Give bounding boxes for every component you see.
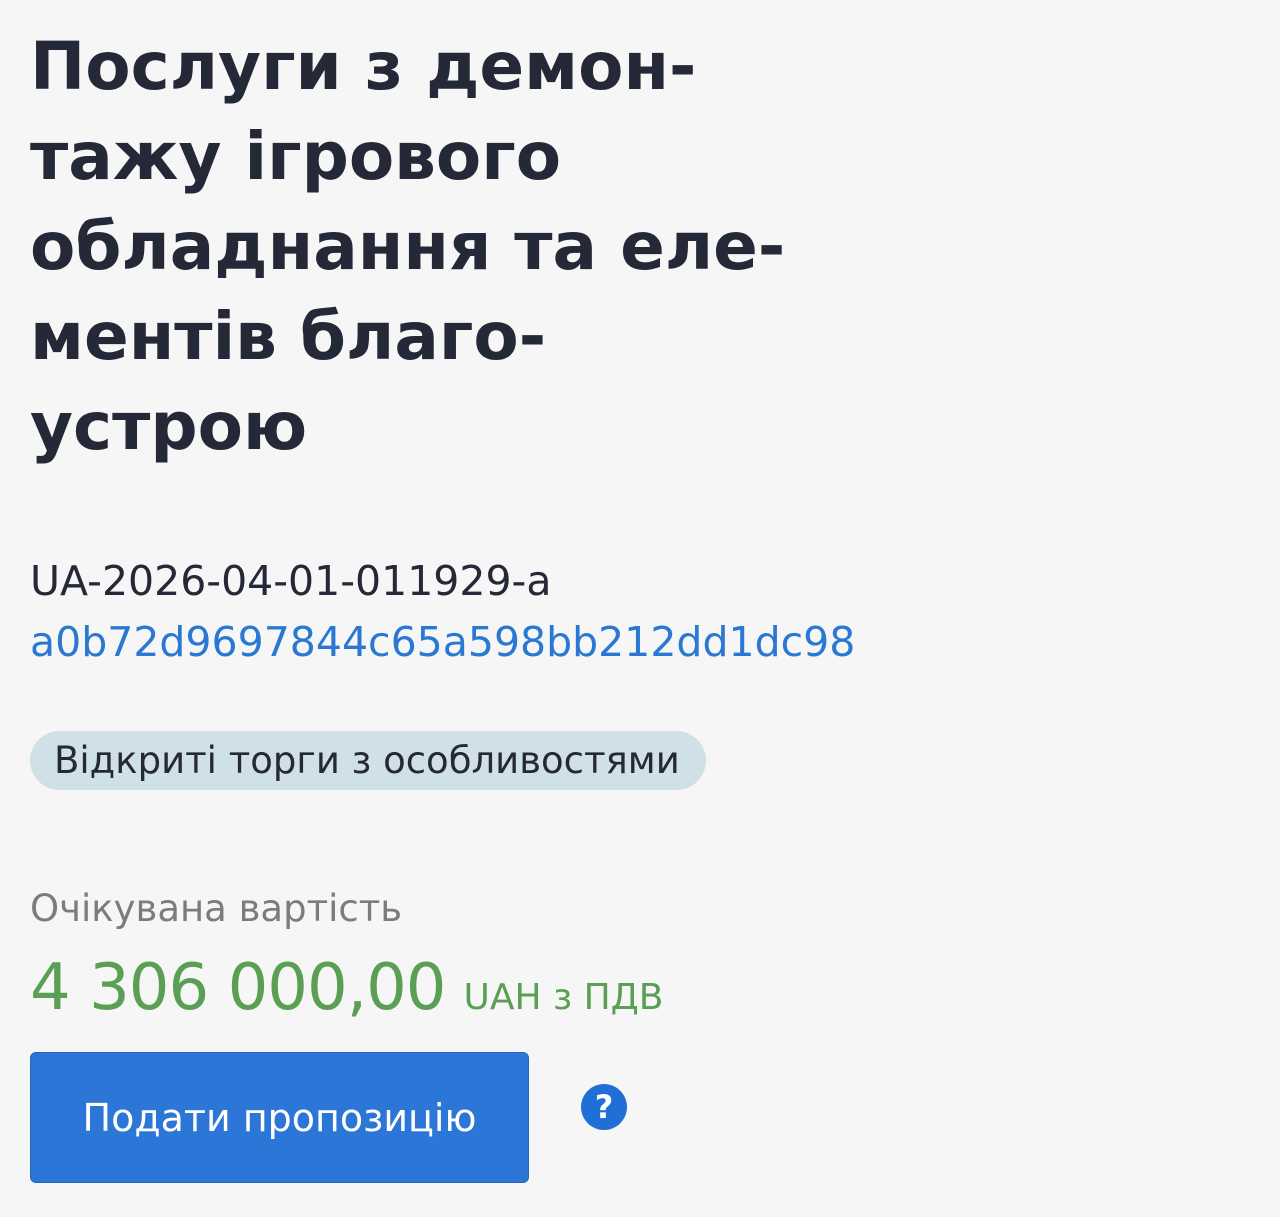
- tender-id: UA-2026-04-01-011929-a: [30, 557, 552, 605]
- expected-value-currency: UAH з ПДВ: [463, 977, 664, 1018]
- expected-value: 4 306 000,00 UAH з ПДВ: [30, 948, 663, 1028]
- tender-title: Послуги з демон- тажу ігрового обладнанн…: [30, 22, 930, 472]
- tender-hash-link[interactable]: a0b72d9697844c65a598bb212dd1dc98: [30, 614, 855, 670]
- tender-title-line: Послуги з демон-: [30, 28, 697, 105]
- tender-title-line: обладнання та еле-: [30, 208, 786, 285]
- submit-proposal-button[interactable]: Подати пропозицію: [30, 1052, 529, 1183]
- tender-title-line: устрою: [30, 388, 308, 465]
- tender-title-line: ментів благо-: [30, 298, 547, 375]
- expected-value-label: Очікувана вартість: [30, 887, 403, 930]
- tender-title-line: тажу ігрового: [30, 118, 562, 195]
- expected-value-amount: 4 306 000,00: [30, 951, 446, 1025]
- help-icon[interactable]: ?: [581, 1084, 627, 1130]
- procedure-type-badge: Відкриті торги з особливостями: [30, 731, 706, 790]
